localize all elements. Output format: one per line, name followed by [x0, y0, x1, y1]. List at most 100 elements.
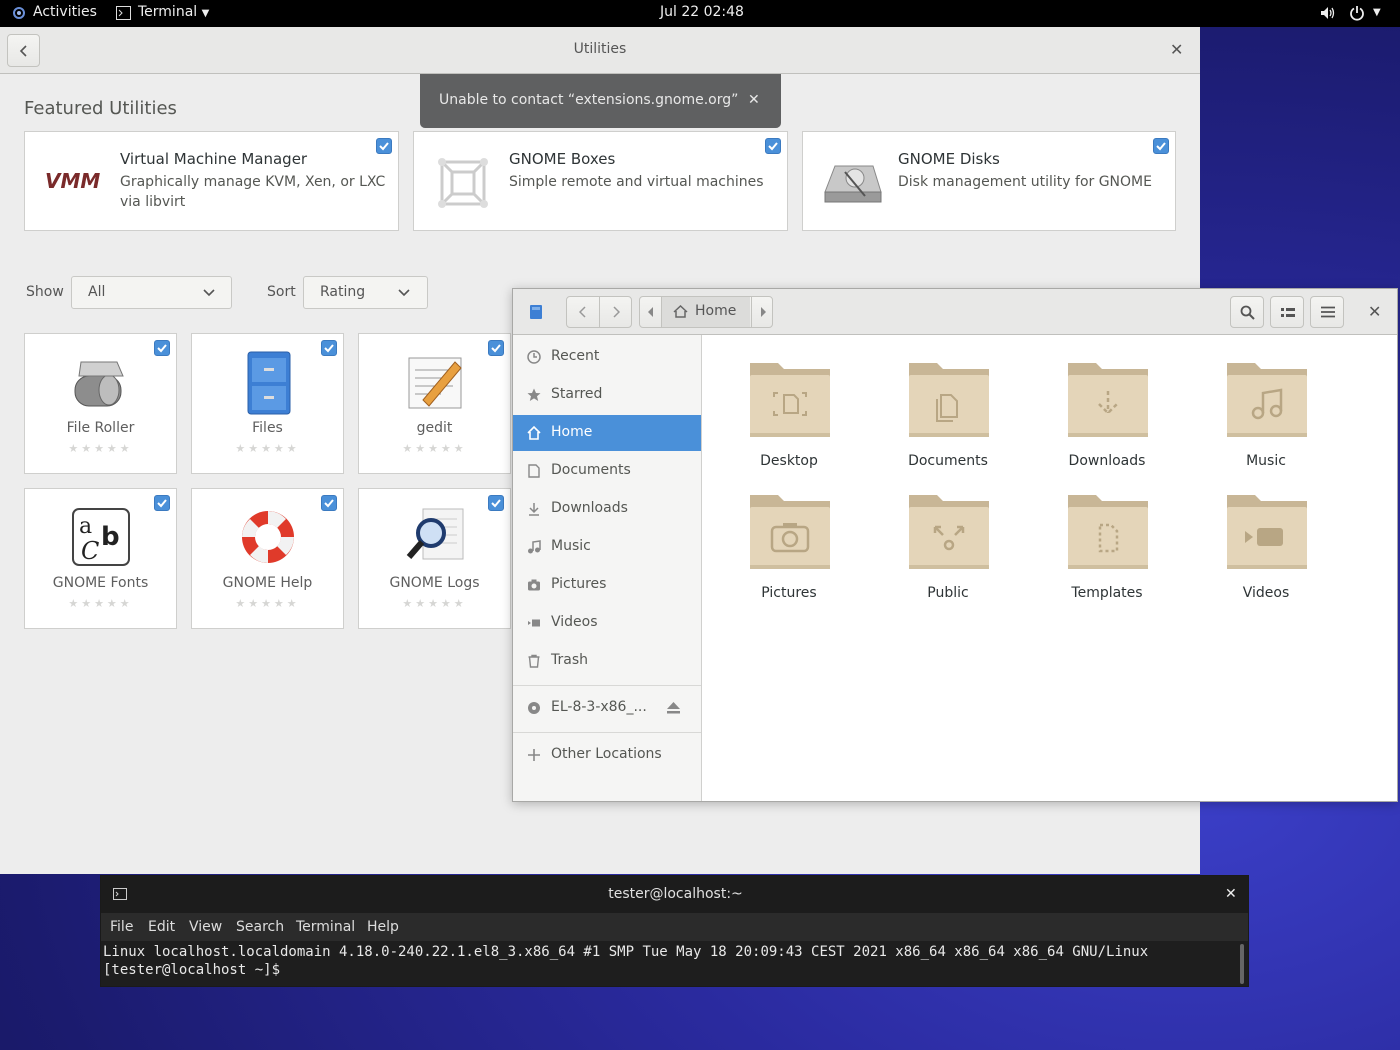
nav-buttons	[566, 296, 632, 328]
volume-icon[interactable]	[1320, 6, 1336, 20]
sidebar-item-label: Downloads	[551, 500, 628, 516]
folder-videos[interactable]: Videos	[1201, 489, 1331, 609]
triangle-left-icon	[648, 307, 653, 317]
sidebar-item-starred[interactable]: Starred	[513, 377, 701, 413]
featured-card-vmm[interactable]: VMM Virtual Machine Manager Graphically …	[24, 131, 399, 231]
terminal-app-icon	[116, 6, 131, 20]
menu-help[interactable]: Help	[367, 919, 399, 935]
folder-templates[interactable]: Templates	[1042, 489, 1172, 609]
card-description-2: via libvirt	[120, 194, 186, 210]
rating-stars: ★★★★★	[235, 442, 300, 455]
clock[interactable]: Jul 22 02:48	[660, 4, 744, 20]
menu-terminal[interactable]: Terminal	[296, 919, 355, 935]
installed-check-icon	[765, 138, 781, 154]
centos-logo-icon	[12, 6, 26, 20]
sidebar-item-home[interactable]: Home	[513, 415, 701, 451]
app-tile-gnome-logs[interactable]: GNOME Logs ★★★★★	[358, 488, 511, 629]
video-icon	[528, 619, 540, 627]
card-title: GNOME Boxes	[509, 150, 616, 168]
sidebar-item-music[interactable]: Music	[513, 529, 701, 565]
card-description: Disk management utility for GNOME	[898, 174, 1152, 190]
menu-button[interactable]	[1310, 296, 1344, 328]
folder-pictures[interactable]: Pictures	[724, 489, 854, 609]
path-home-button[interactable]: Home	[662, 297, 750, 327]
app-tile-gnome-help[interactable]: GNOME Help ★★★★★	[191, 488, 344, 629]
magnifier-icon	[406, 508, 464, 560]
search-button[interactable]	[1230, 296, 1264, 328]
svg-text:b: b	[101, 522, 120, 552]
installed-check-icon	[376, 138, 392, 154]
app-tile-files[interactable]: Files ★★★★★	[191, 333, 344, 474]
sidebar-item-pictures[interactable]: Pictures	[513, 567, 701, 603]
menu-file[interactable]: File	[110, 919, 133, 935]
sidebar-item-documents[interactable]: Documents	[513, 453, 701, 489]
chevron-right-icon	[613, 306, 620, 318]
software-header-bar: Utilities ✕	[0, 27, 1200, 74]
sidebar-item-recent[interactable]: Recent	[513, 339, 701, 375]
folder-desktop[interactable]: Desktop	[724, 357, 854, 477]
card-title: GNOME Disks	[898, 150, 1000, 168]
menu-edit[interactable]: Edit	[148, 919, 175, 935]
card-description: Graphically manage KVM, Xen, or LXC	[120, 174, 386, 190]
forward-button[interactable]	[600, 297, 632, 327]
sidebar-divider	[513, 732, 701, 733]
app-tile-gnome-fonts[interactable]: abC GNOME Fonts ★★★★★	[24, 488, 177, 629]
system-menu-chevron-icon[interactable]: ▼	[1373, 7, 1381, 18]
installed-check-icon	[154, 495, 170, 511]
sidebar-item-other-locations[interactable]: Other Locations	[513, 737, 701, 773]
featured-card-disks[interactable]: GNOME Disks Disk management utility for …	[802, 131, 1176, 231]
clock-icon	[527, 350, 541, 364]
featured-card-boxes[interactable]: GNOME Boxes Simple remote and virtual ma…	[413, 131, 788, 231]
sidebar-item-disc[interactable]: EL-8-3-x86_...	[513, 690, 701, 726]
app-tile-gedit[interactable]: gedit ★★★★★	[358, 333, 511, 474]
close-icon[interactable]: ✕	[1225, 886, 1237, 902]
activities-button[interactable]: Activities	[33, 4, 97, 20]
close-icon[interactable]: ✕	[748, 92, 760, 108]
folder-videos-icon	[1227, 495, 1307, 569]
app-name: gedit	[416, 420, 453, 436]
menu-search[interactable]: Search	[236, 919, 284, 935]
app-tile-file-roller[interactable]: File Roller ★★★★★	[24, 333, 177, 474]
terminal-title: tester@localhost:~	[608, 886, 743, 902]
folder-documents[interactable]: Documents	[883, 357, 1013, 477]
show-dropdown[interactable]: All	[71, 276, 232, 309]
back-button[interactable]	[567, 297, 600, 327]
path-bar: Home	[639, 296, 773, 328]
featured-heading: Featured Utilities	[24, 98, 177, 119]
sidebar-item-videos[interactable]: Videos	[513, 605, 701, 641]
lifebuoy-icon	[242, 511, 294, 563]
files-sidebar: Recent Starred Home Documents Downloads …	[513, 335, 702, 801]
folder-public[interactable]: Public	[883, 489, 1013, 609]
sidebar-divider	[513, 685, 701, 686]
sidebar-drive-icon[interactable]	[529, 304, 543, 324]
triangle-right-icon	[761, 307, 766, 317]
power-icon[interactable]	[1349, 5, 1365, 21]
folder-public-icon	[909, 495, 989, 569]
sort-value: Rating	[320, 284, 366, 300]
terminal-output[interactable]: Linux localhost.localdomain 4.18.0-240.2…	[101, 941, 1248, 986]
rating-stars: ★★★★★	[402, 597, 467, 610]
app-name: GNOME Fonts	[52, 575, 149, 591]
folder-music[interactable]: Music	[1201, 357, 1331, 477]
menu-view[interactable]: View	[189, 919, 222, 935]
view-toggle-button[interactable]	[1270, 296, 1304, 328]
download-icon	[529, 503, 539, 516]
sidebar-item-downloads[interactable]: Downloads	[513, 491, 701, 527]
trash-icon	[528, 654, 540, 668]
path-right-arrow[interactable]	[751, 297, 773, 327]
folder-downloads[interactable]: Downloads	[1042, 357, 1172, 477]
sidebar-item-label: Trash	[551, 652, 588, 668]
app-menu-button[interactable]: Terminal ▼	[138, 4, 209, 20]
rating-stars: ★★★★★	[68, 442, 133, 455]
terminal-scrollbar[interactable]	[1240, 944, 1244, 984]
close-icon[interactable]: ✕	[1170, 40, 1183, 59]
sidebar-item-trash[interactable]: Trash	[513, 643, 701, 679]
svg-text:VMM: VMM	[45, 170, 100, 192]
path-left-arrow[interactable]	[640, 297, 662, 327]
close-icon[interactable]: ✕	[1368, 302, 1381, 321]
sort-dropdown[interactable]: Rating	[303, 276, 428, 309]
rating-stars: ★★★★★	[68, 597, 133, 610]
folder-desktop-icon	[750, 363, 830, 437]
installed-check-icon	[321, 495, 337, 511]
eject-icon[interactable]	[667, 702, 680, 714]
